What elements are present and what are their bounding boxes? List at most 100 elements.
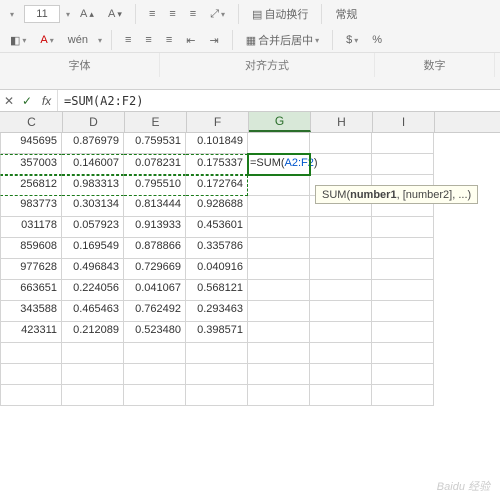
cell[interactable]: [186, 343, 248, 364]
cell[interactable]: [372, 259, 434, 280]
font-color-button[interactable]: A▾: [36, 32, 57, 48]
col-header[interactable]: H: [311, 112, 373, 132]
cell[interactable]: [372, 154, 434, 175]
col-header[interactable]: D: [63, 112, 125, 132]
percent-button[interactable]: %: [368, 32, 386, 48]
col-header-active[interactable]: G: [249, 112, 311, 132]
cell[interactable]: [248, 385, 310, 406]
phonetic-button[interactable]: wén: [64, 32, 92, 48]
cell[interactable]: 977628: [0, 259, 62, 280]
cell[interactable]: 0.568121: [186, 280, 248, 301]
cell[interactable]: [310, 343, 372, 364]
cell[interactable]: 0.496843: [62, 259, 124, 280]
cell[interactable]: 0.795510: [124, 175, 186, 196]
cell[interactable]: 0.983313: [62, 175, 124, 196]
cell[interactable]: [248, 280, 310, 301]
cell[interactable]: 0.212089: [62, 322, 124, 343]
col-header[interactable]: I: [373, 112, 435, 132]
align-left-button[interactable]: ≡: [121, 32, 135, 48]
cell[interactable]: [372, 322, 434, 343]
cell[interactable]: 0.335786: [186, 238, 248, 259]
cell[interactable]: [0, 343, 62, 364]
cell[interactable]: 0.172764: [186, 175, 248, 196]
cell[interactable]: [248, 217, 310, 238]
fill-color-button[interactable]: ◧▾: [6, 32, 30, 49]
cell[interactable]: 0.398571: [186, 322, 248, 343]
cell[interactable]: 859608: [0, 238, 62, 259]
cell[interactable]: [248, 301, 310, 322]
currency-button[interactable]: $▾: [342, 32, 362, 48]
font-size-dropdown[interactable]: ▾: [66, 10, 70, 19]
cell[interactable]: [310, 385, 372, 406]
font-size-input[interactable]: 11: [24, 5, 60, 23]
align-middle-button[interactable]: ≡: [165, 6, 179, 22]
cell[interactable]: 0.813444: [124, 196, 186, 217]
cell[interactable]: 423311: [0, 322, 62, 343]
cell[interactable]: 0.041067: [124, 280, 186, 301]
cell[interactable]: 0.913933: [124, 217, 186, 238]
cell[interactable]: 256812: [0, 175, 62, 196]
cell[interactable]: [124, 385, 186, 406]
decrease-font-button[interactable]: A▾: [104, 6, 126, 22]
cell[interactable]: 0.523480: [124, 322, 186, 343]
cancel-icon[interactable]: ✕: [0, 92, 18, 110]
number-format-dropdown[interactable]: 常规: [331, 4, 361, 24]
cell[interactable]: [310, 280, 372, 301]
cell[interactable]: 0.169549: [62, 238, 124, 259]
align-right-button[interactable]: ≡: [162, 32, 176, 48]
active-cell[interactable]: =SUM(A2:F2): [248, 154, 310, 175]
font-picker[interactable]: ▾: [6, 8, 18, 21]
cell[interactable]: [372, 385, 434, 406]
cell[interactable]: 983773: [0, 196, 62, 217]
cell[interactable]: [62, 343, 124, 364]
cell[interactable]: 663651: [0, 280, 62, 301]
cell[interactable]: 357003: [0, 154, 62, 175]
cell[interactable]: [62, 364, 124, 385]
formula-input[interactable]: =SUM(A2:F2): [58, 94, 500, 108]
cell[interactable]: [310, 217, 372, 238]
cell[interactable]: 0.040916: [186, 259, 248, 280]
increase-font-button[interactable]: A▴: [76, 6, 98, 22]
cell[interactable]: [124, 364, 186, 385]
cell[interactable]: [248, 196, 310, 217]
cell[interactable]: 0.928688: [186, 196, 248, 217]
cell[interactable]: 0.078231: [124, 154, 186, 175]
cell[interactable]: [310, 133, 372, 154]
cell[interactable]: 0.146007: [62, 154, 124, 175]
cell[interactable]: [310, 259, 372, 280]
cell[interactable]: 0.175337: [186, 154, 248, 175]
cell[interactable]: [372, 343, 434, 364]
orientation-button[interactable]: ⤢▾: [206, 6, 229, 23]
cell[interactable]: [310, 301, 372, 322]
align-center-button[interactable]: ≡: [141, 32, 155, 48]
cell[interactable]: 0.293463: [186, 301, 248, 322]
cell[interactable]: 343588: [0, 301, 62, 322]
cell[interactable]: [310, 238, 372, 259]
cell[interactable]: [248, 133, 310, 154]
cell[interactable]: [372, 301, 434, 322]
cell[interactable]: [0, 385, 62, 406]
col-header[interactable]: C: [1, 112, 63, 132]
cell[interactable]: 0.762492: [124, 301, 186, 322]
cell[interactable]: [186, 364, 248, 385]
cell[interactable]: [186, 385, 248, 406]
cell[interactable]: [372, 217, 434, 238]
merge-center-button[interactable]: ▦ 合并后居中 ▾: [242, 30, 323, 50]
confirm-icon[interactable]: ✓: [18, 92, 36, 110]
cell[interactable]: [248, 364, 310, 385]
align-bottom-button[interactable]: ≡: [186, 6, 200, 22]
cell[interactable]: [248, 238, 310, 259]
cell[interactable]: [248, 175, 310, 196]
cell[interactable]: 0.303134: [62, 196, 124, 217]
cell[interactable]: [248, 343, 310, 364]
cell[interactable]: 0.453601: [186, 217, 248, 238]
cell[interactable]: [248, 259, 310, 280]
col-header[interactable]: F: [187, 112, 249, 132]
cell[interactable]: [372, 238, 434, 259]
cell[interactable]: 0.729669: [124, 259, 186, 280]
cell[interactable]: 0.465463: [62, 301, 124, 322]
cell[interactable]: [310, 322, 372, 343]
wrap-text-button[interactable]: ▤ 自动换行: [248, 4, 312, 24]
cell[interactable]: [248, 322, 310, 343]
cell[interactable]: 0.759531: [124, 133, 186, 154]
